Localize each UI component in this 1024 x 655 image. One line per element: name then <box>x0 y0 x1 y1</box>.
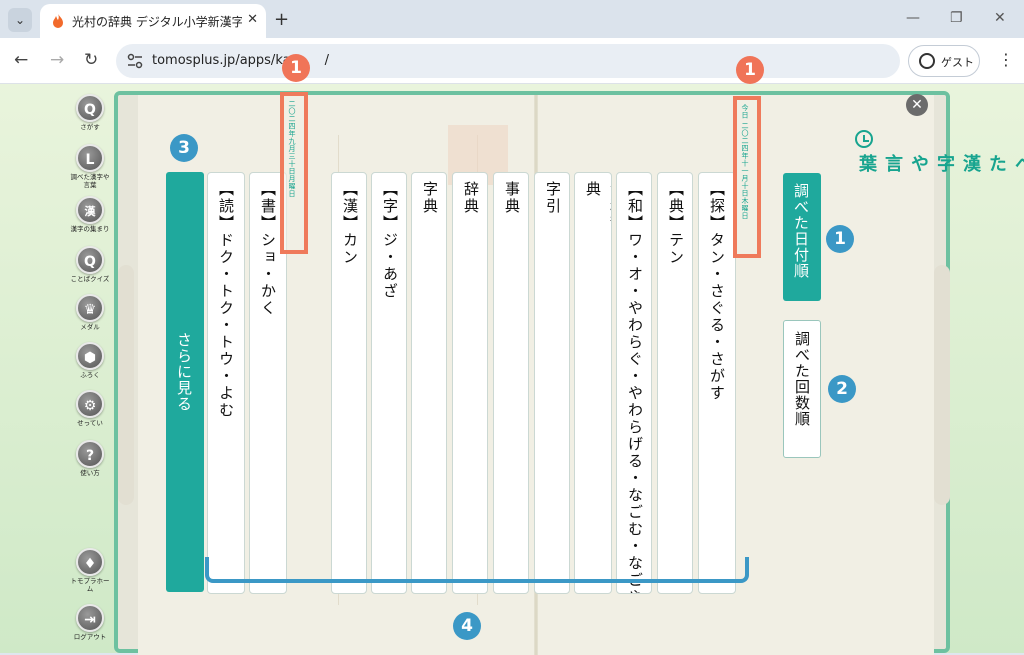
tab-title: 光村の辞典 デジタル小学新漢字辞 <box>72 15 242 29</box>
card-text: 【字】ジ・あざ <box>381 181 399 300</box>
nav-help[interactable]: ? 使い方 <box>68 440 112 477</box>
annotation-badge-1: 1 <box>282 54 310 82</box>
date-marker-past: 二〇二四年九月三十日月曜日 <box>280 92 308 254</box>
guest-label: ゲスト <box>941 56 974 69</box>
annotation-badge-3: 3 <box>170 134 198 162</box>
card-text: 【読】ドク・トク・トウ・よむ <box>217 181 235 419</box>
app-page: Q さがす L 調べた漢字や言葉 漢 漢字の集まり Q ことばクイズ ♛ メダル… <box>0 54 1024 655</box>
card-text: 辞典 <box>462 181 480 215</box>
card-text: 【漢】カン <box>341 181 359 266</box>
address-bar[interactable]: tomosplus.jp/apps/ka / <box>116 44 900 78</box>
menu-dots-icon[interactable]: ⋮ <box>998 50 1014 69</box>
quiz-icon: Q <box>76 246 104 274</box>
nav-logout[interactable]: ⇥ ログアウト <box>68 604 112 641</box>
history-card[interactable]: 【和】ワ・オ・やわらぐ・やわらげる・なごむ・なごやか <box>616 172 652 594</box>
medal-icon: ♛ <box>76 294 104 322</box>
close-icon[interactable]: ✕ <box>906 94 928 116</box>
nav-kanji-groups[interactable]: 漢 漢字の集まり <box>68 196 112 233</box>
clock-icon <box>855 130 873 148</box>
card-text: 字典 <box>421 181 439 215</box>
annotation-badge-2: 2 <box>828 375 856 403</box>
chevron-down-icon[interactable]: ⌄ <box>8 8 32 32</box>
card-text: 字引 <box>544 181 562 215</box>
gear-icon: ⚙ <box>76 390 104 418</box>
reload-icon[interactable]: ↻ <box>84 50 98 70</box>
annotation-badge-1: 1 <box>826 225 854 253</box>
sort-by-count-button[interactable]: 調べた回数順 <box>783 320 821 458</box>
card-text: 【探】タン・さぐる・さがす <box>708 181 726 402</box>
nav-quiz[interactable]: Q ことばクイズ <box>68 246 112 283</box>
date-text-past: 二〇二四年九月三十日月曜日 <box>288 100 296 198</box>
logout-icon: ⇥ <box>76 604 104 632</box>
left-nav: Q さがす L 調べた漢字や言葉 漢 漢字の集まり Q ことばクイズ ♛ メダル… <box>68 84 112 653</box>
back-icon[interactable]: ← <box>14 50 28 70</box>
profile-icon <box>919 53 935 69</box>
forward-icon[interactable]: → <box>50 50 64 70</box>
card-text: 事典 <box>503 181 521 215</box>
help-icon: ? <box>76 440 104 468</box>
more-label: さらに見る <box>175 332 193 412</box>
home-icon: ♦ <box>76 548 104 576</box>
history-card[interactable]: 【漢】カン <box>331 172 367 594</box>
history-card[interactable]: 【典】テン <box>657 172 693 594</box>
annotation-bracket <box>205 557 749 583</box>
card-text: 漢和辞典 <box>584 181 611 232</box>
card-text: 【和】ワ・オ・やわらぐ・やわらげる・なごむ・なごやか <box>626 181 644 594</box>
nav-medal[interactable]: ♛ メダル <box>68 294 112 331</box>
history-title-text: 調べた漢字や言葉 <box>856 154 1024 173</box>
new-tab-icon[interactable]: + <box>274 9 289 30</box>
history-card[interactable]: 辞典 <box>452 172 488 594</box>
nav-search[interactable]: Q さがす <box>68 94 112 131</box>
history-card[interactable]: 【読】ドク・トク・トウ・よむ <box>207 172 245 594</box>
sort-count-label: 調べた回数順 <box>793 331 811 427</box>
history-card[interactable]: 【字】ジ・あざ <box>371 172 407 594</box>
search-icon: Q <box>76 94 104 122</box>
annotation-badge-4: 4 <box>453 612 481 640</box>
annotation-badge-1: 1 <box>736 56 764 84</box>
prev-page-handle[interactable] <box>118 265 134 505</box>
flame-icon <box>53 14 63 28</box>
browser-toolbar: ← → ↻ tomosplus.jp/apps/ka / ゲスト ⋮ <box>0 38 1024 84</box>
kanji-icon: 漢 <box>76 196 104 224</box>
nav-tomoplus-home[interactable]: ♦ トモプラホーム <box>68 548 112 593</box>
sort-by-date-button[interactable]: 調べた日付順 <box>783 173 821 301</box>
minimize-icon[interactable]: — <box>906 10 920 26</box>
history-card[interactable]: 事典 <box>493 172 529 594</box>
restore-icon[interactable]: ❐ <box>950 10 963 26</box>
more-button[interactable]: さらに見る <box>166 172 204 592</box>
history-card[interactable]: 【探】タン・さぐる・さがす <box>698 172 736 594</box>
history-card[interactable]: 字引 <box>534 172 570 594</box>
clock-icon: L <box>76 144 104 172</box>
nav-settings[interactable]: ⚙ せってい <box>68 390 112 427</box>
sort-date-label: 調べた日付順 <box>792 183 810 279</box>
site-settings-icon[interactable] <box>126 52 144 70</box>
nav-appendix[interactable]: ⬢ ふろく <box>68 342 112 379</box>
date-marker-today: 今日 二〇二四年十一月十日木曜日 <box>733 96 761 258</box>
browser-tab-bar: ⌄ 光村の辞典 デジタル小学新漢字辞 ✕ + — ❐ ✕ <box>0 0 1024 38</box>
browser-tab[interactable]: 光村の辞典 デジタル小学新漢字辞 ✕ <box>40 4 266 38</box>
window-close-icon[interactable]: ✕ <box>994 10 1006 26</box>
nav-history[interactable]: L 調べた漢字や言葉 <box>68 144 112 189</box>
box-icon: ⬢ <box>76 342 104 370</box>
guest-profile-button[interactable]: ゲスト <box>908 45 980 77</box>
history-card[interactable]: 漢和辞典 <box>574 172 612 594</box>
close-tab-icon[interactable]: ✕ <box>247 12 258 27</box>
card-text: 【書】ショ・かく <box>259 181 277 317</box>
next-page-handle[interactable] <box>934 265 950 505</box>
history-card[interactable]: 字典 <box>411 172 447 594</box>
card-text: 【典】テン <box>667 181 685 266</box>
date-text-today: 今日 二〇二四年十一月十日木曜日 <box>741 104 749 220</box>
